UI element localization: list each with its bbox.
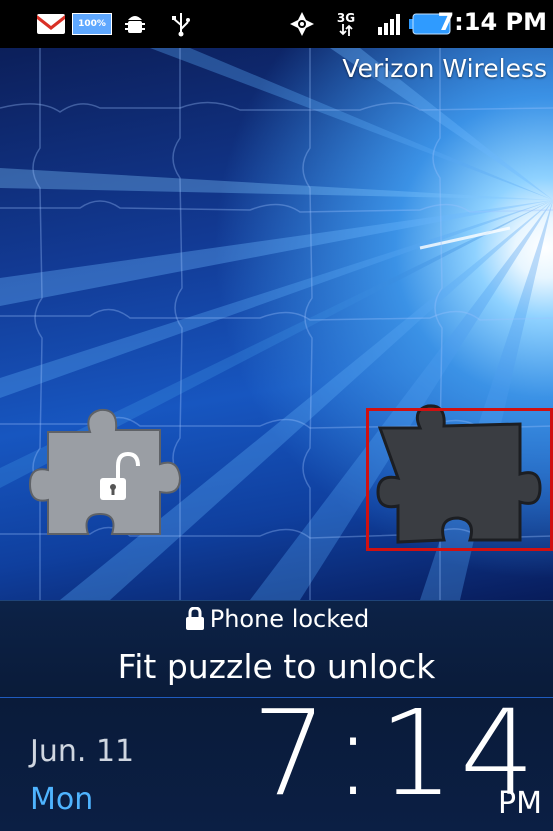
signal-icon: [376, 10, 404, 38]
carrier-name: Verizon Wireless: [342, 54, 547, 83]
clock-ampm: PM: [498, 786, 542, 821]
gps-icon: [288, 10, 316, 38]
battery-badge: 100%: [72, 13, 112, 35]
android-debug-icon: [122, 10, 148, 38]
status-time: 7:14 PM: [437, 8, 547, 36]
lock-status-text: Phone locked: [209, 605, 370, 633]
target-highlight: [366, 408, 553, 551]
status-bar: 100% 3G 7:14 PM: [0, 0, 553, 48]
lock-icon: [185, 607, 204, 630]
gmail-icon: [36, 10, 66, 38]
unlock-instruction: Fit puzzle to unlock: [117, 647, 436, 686]
unlock-puzzle-piece[interactable]: [28, 408, 182, 535]
date-label: Jun. 11: [30, 734, 135, 769]
usb-icon: [168, 10, 194, 38]
day-label: Mon: [30, 782, 94, 817]
battery-full-icon: 100%: [72, 10, 112, 38]
network-3g-icon: 3G: [334, 10, 358, 38]
lock-status: Phone locked: [0, 605, 553, 633]
clock-area: Jun. 11 Mon 7:14 PM: [0, 694, 553, 831]
